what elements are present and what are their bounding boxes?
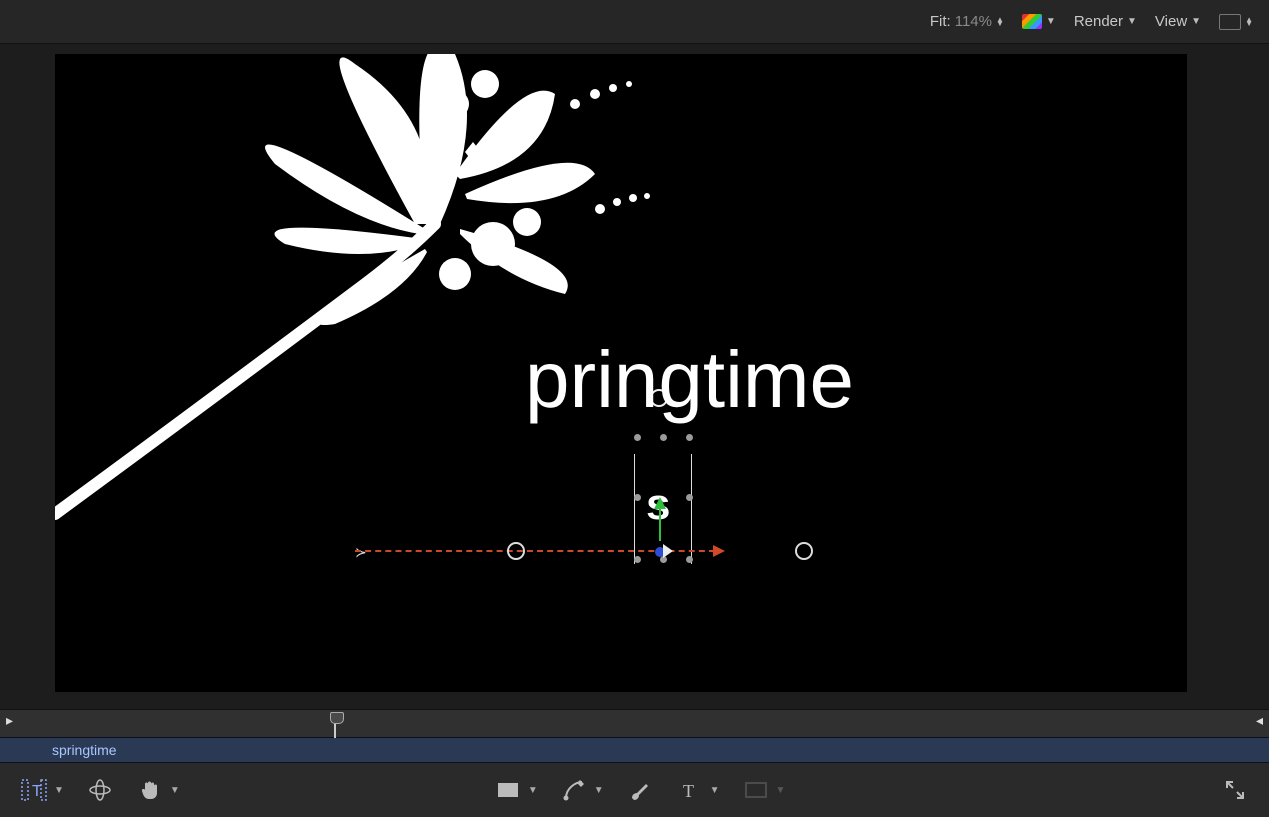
render-menu[interactable]: Render ▼ [1074,13,1137,30]
hand-icon [136,776,164,804]
text-icon: T [676,776,704,804]
path-start-icon: ≻ [355,544,367,561]
transform-glyph-icon: T [20,776,48,804]
pan-tool[interactable]: ▼ [136,776,180,804]
handle-top-left[interactable] [634,434,641,441]
in-point-icon[interactable]: ▸ [6,712,13,729]
fit-value: 114% [955,13,992,30]
text-tool[interactable]: T ▼ [676,776,720,804]
x-axis-arrow-icon [713,545,725,557]
pen-icon [560,776,588,804]
transform-glyph-tool[interactable]: T ▼ [20,776,64,804]
handle-top-right[interactable] [686,434,693,441]
view-menu[interactable]: View ▼ [1155,13,1201,30]
pen-tool[interactable]: ▼ [560,776,604,804]
motion-path[interactable]: ≻ [355,541,825,561]
handle-mid-right[interactable] [686,494,693,501]
selected-object-bar[interactable]: springtime [0,737,1269,763]
viewer-top-toolbar: Fit: 114% ▲▼ ▼ Render ▼ View ▼ ▲▼ [0,0,1269,44]
color-channel-control[interactable]: ▼ [1022,14,1056,29]
canvas-toolbar: T ▼ ▼ ▼ ▼ T ▼ [0,763,1269,817]
zoom-fit-control[interactable]: Fit: 114% ▲▼ [930,13,1004,30]
view-layout-control[interactable]: ▲▼ [1219,14,1253,30]
brush-icon [626,776,654,804]
canvas-area: pringtime s ≻ [0,44,1269,709]
fit-label: Fit: [930,13,951,30]
chevron-down-icon: ▼ [170,785,180,796]
chevron-down-icon: ▼ [594,785,604,796]
canvas[interactable]: pringtime s ≻ [55,54,1187,692]
updown-icon: ▲▼ [1245,18,1253,26]
chevron-down-icon: ▼ [528,785,538,796]
chevron-down-icon: ▼ [1127,16,1137,27]
chevron-down-icon: ▼ [1046,16,1056,27]
keyframe-marker[interactable] [507,542,525,560]
rectangle-shape-icon [742,776,770,804]
expand-player-button[interactable] [1221,776,1249,804]
render-label: Render [1074,13,1123,30]
handle-mid-left[interactable] [634,494,641,501]
y-axis-arrow-icon [658,499,662,541]
chevron-down-icon: ▼ [776,785,786,796]
3d-transform-tool[interactable] [86,776,114,804]
out-point-icon[interactable]: ◂ [1256,712,1263,729]
chevron-down-icon: ▼ [710,785,720,796]
handle-top-center[interactable] [660,434,667,441]
mask-rectangle-icon [494,776,522,804]
mini-timeline[interactable]: ▸ ◂ [0,709,1269,737]
chevron-down-icon: ▼ [54,785,64,796]
object-label: springtime [52,742,117,758]
text-layer[interactable]: pringtime [525,334,854,426]
view-label: View [1155,13,1187,30]
layout-box-icon [1219,14,1241,30]
updown-icon: ▲▼ [996,18,1004,26]
color-swatch-icon [1022,14,1042,29]
3d-transform-icon [86,776,114,804]
anchor-direction-icon [663,544,673,558]
expand-icon [1221,776,1249,804]
chevron-down-icon: ▼ [1191,16,1201,27]
paint-stroke-tool[interactable] [626,776,654,804]
keyframe-marker[interactable] [795,542,813,560]
mask-tool[interactable]: ▼ [494,776,538,804]
svg-text:T: T [683,781,694,800]
shape-tool: ▼ [742,776,786,804]
playhead[interactable] [330,710,342,738]
